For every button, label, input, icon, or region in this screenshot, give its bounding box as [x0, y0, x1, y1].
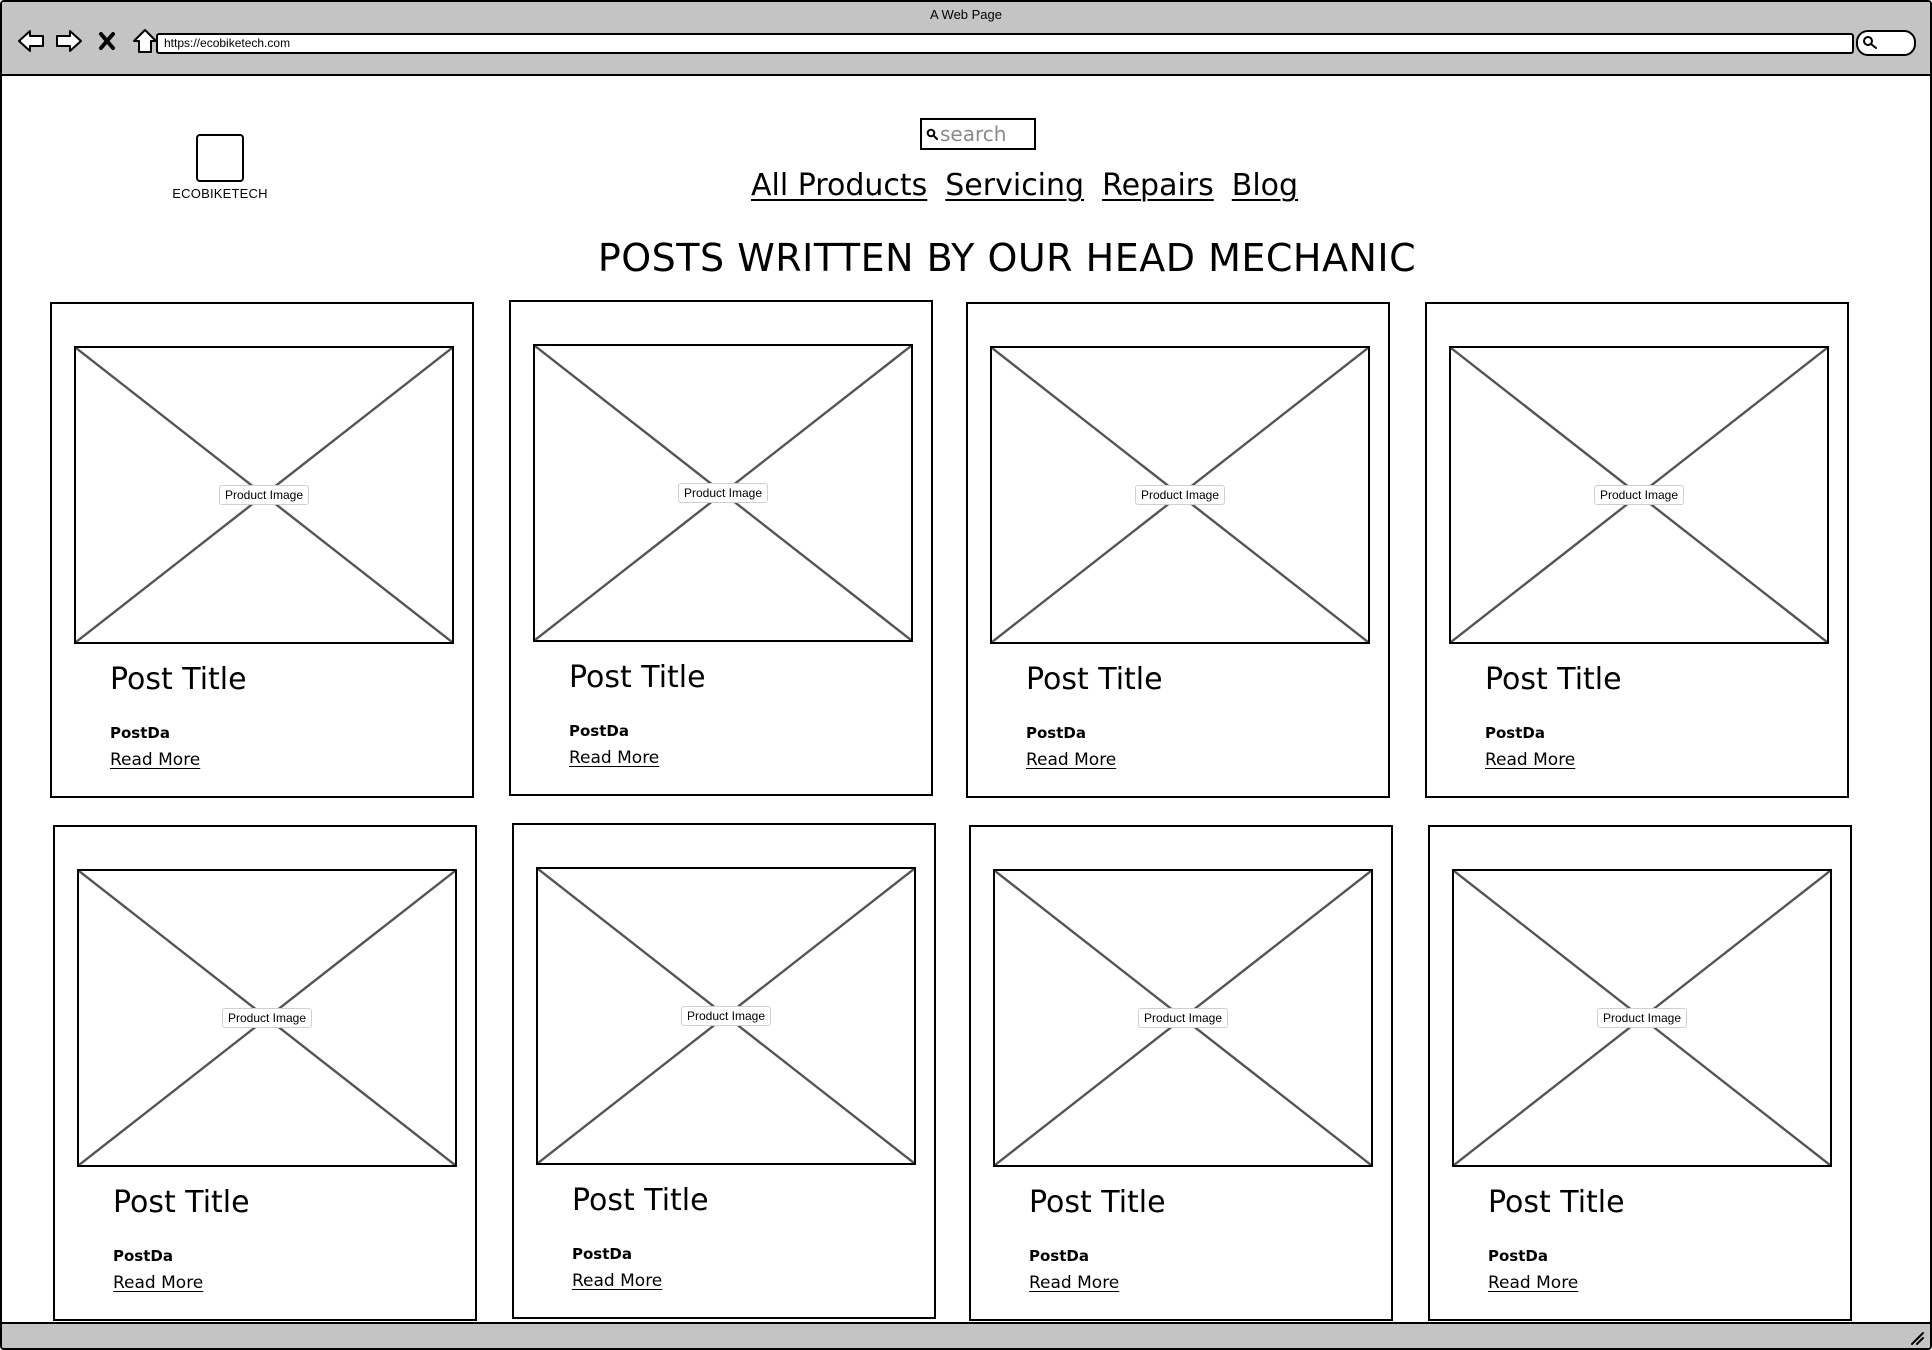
image-label: Product Image — [680, 1006, 772, 1026]
window-title: A Web Page — [929, 7, 1003, 22]
post-card: Product Image Post Title PostDa Read Mor… — [53, 825, 477, 1321]
post-date: PostDa — [1029, 1247, 1089, 1265]
site-search-box[interactable] — [920, 118, 1036, 150]
main-nav: All Products Servicing Repairs Blog — [751, 168, 1298, 203]
post-date: PostDa — [569, 722, 629, 740]
post-card: Product Image Post Title PostDa Read Mor… — [1425, 302, 1849, 798]
logo-mark — [196, 134, 244, 182]
read-more-link[interactable]: Read More — [1485, 750, 1575, 770]
post-date: PostDa — [572, 1245, 632, 1263]
image-label: Product Image — [1137, 1008, 1229, 1028]
browser-search-button[interactable] — [1856, 30, 1916, 56]
post-date: PostDa — [1488, 1247, 1548, 1265]
arrow-right-icon — [56, 30, 82, 52]
search-icon — [926, 128, 938, 140]
post-card: Product Image Post Title PostDa Read Mor… — [512, 823, 936, 1319]
post-date: PostDa — [1485, 724, 1545, 742]
post-title: Post Title — [1029, 1185, 1166, 1220]
read-more-link[interactable]: Read More — [1488, 1273, 1578, 1293]
post-title: Post Title — [1488, 1185, 1625, 1220]
nav-all-products[interactable]: All Products — [751, 168, 927, 203]
forward-button[interactable] — [54, 26, 84, 56]
post-image-placeholder: Product Image — [74, 346, 454, 644]
search-icon — [1863, 36, 1877, 49]
post-title: Post Title — [1026, 662, 1163, 697]
browser-nav-buttons — [16, 26, 160, 56]
search-input[interactable] — [938, 122, 1030, 146]
image-label: Product Image — [218, 485, 310, 505]
arrow-left-icon — [18, 30, 44, 52]
post-date: PostDa — [113, 1247, 173, 1265]
nav-blog[interactable]: Blog — [1232, 168, 1298, 203]
page-title: POSTS WRITTEN BY OUR HEAD MECHANIC — [597, 236, 1417, 280]
post-date: PostDa — [1026, 724, 1086, 742]
read-more-link[interactable]: Read More — [113, 1273, 203, 1293]
browser-chrome: A Web Page https://ecobiketech.com — [2, 2, 1930, 76]
nav-servicing[interactable]: Servicing — [945, 168, 1084, 203]
site-logo[interactable]: ECOBIKETECH — [170, 134, 270, 201]
post-title: Post Title — [572, 1183, 709, 1218]
image-label: Product Image — [1593, 485, 1685, 505]
image-label: Product Image — [1134, 485, 1226, 505]
post-image-placeholder: Product Image — [77, 869, 457, 1167]
image-label: Product Image — [677, 483, 769, 503]
read-more-link[interactable]: Read More — [572, 1271, 662, 1291]
post-image-placeholder: Product Image — [993, 869, 1373, 1167]
read-more-link[interactable]: Read More — [110, 750, 200, 770]
post-card: Product Image Post Title PostDa Read Mor… — [509, 300, 933, 796]
post-card: Product Image Post Title PostDa Read Mor… — [50, 302, 474, 798]
browser-window: A Web Page https://ecobiketech.com ECOBI… — [0, 0, 1932, 1350]
nav-repairs[interactable]: Repairs — [1102, 168, 1214, 203]
stop-button[interactable] — [92, 26, 122, 56]
post-title: Post Title — [113, 1185, 250, 1220]
post-date: PostDa — [110, 724, 170, 742]
post-card: Product Image Post Title PostDa Read Mor… — [966, 302, 1390, 798]
status-bar — [2, 1322, 1930, 1348]
post-image-placeholder: Product Image — [536, 867, 916, 1165]
read-more-link[interactable]: Read More — [569, 748, 659, 768]
logo-text: ECOBIKETECH — [172, 186, 268, 201]
post-card: Product Image Post Title PostDa Read Mor… — [1428, 825, 1852, 1321]
post-title: Post Title — [1485, 662, 1622, 697]
post-image-placeholder: Product Image — [533, 344, 913, 642]
close-icon — [99, 32, 115, 50]
post-image-placeholder: Product Image — [1449, 346, 1829, 644]
resize-grip-icon[interactable] — [1908, 1329, 1924, 1345]
home-icon — [133, 29, 157, 53]
post-image-placeholder: Product Image — [1452, 869, 1832, 1167]
post-card: Product Image Post Title PostDa Read Mor… — [969, 825, 1393, 1321]
image-label: Product Image — [1596, 1008, 1688, 1028]
post-title: Post Title — [569, 660, 706, 695]
back-button[interactable] — [16, 26, 46, 56]
image-label: Product Image — [221, 1008, 313, 1028]
read-more-link[interactable]: Read More — [1026, 750, 1116, 770]
post-image-placeholder: Product Image — [990, 346, 1370, 644]
post-title: Post Title — [110, 662, 247, 697]
read-more-link[interactable]: Read More — [1029, 1273, 1119, 1293]
address-bar[interactable]: https://ecobiketech.com — [156, 33, 1854, 54]
